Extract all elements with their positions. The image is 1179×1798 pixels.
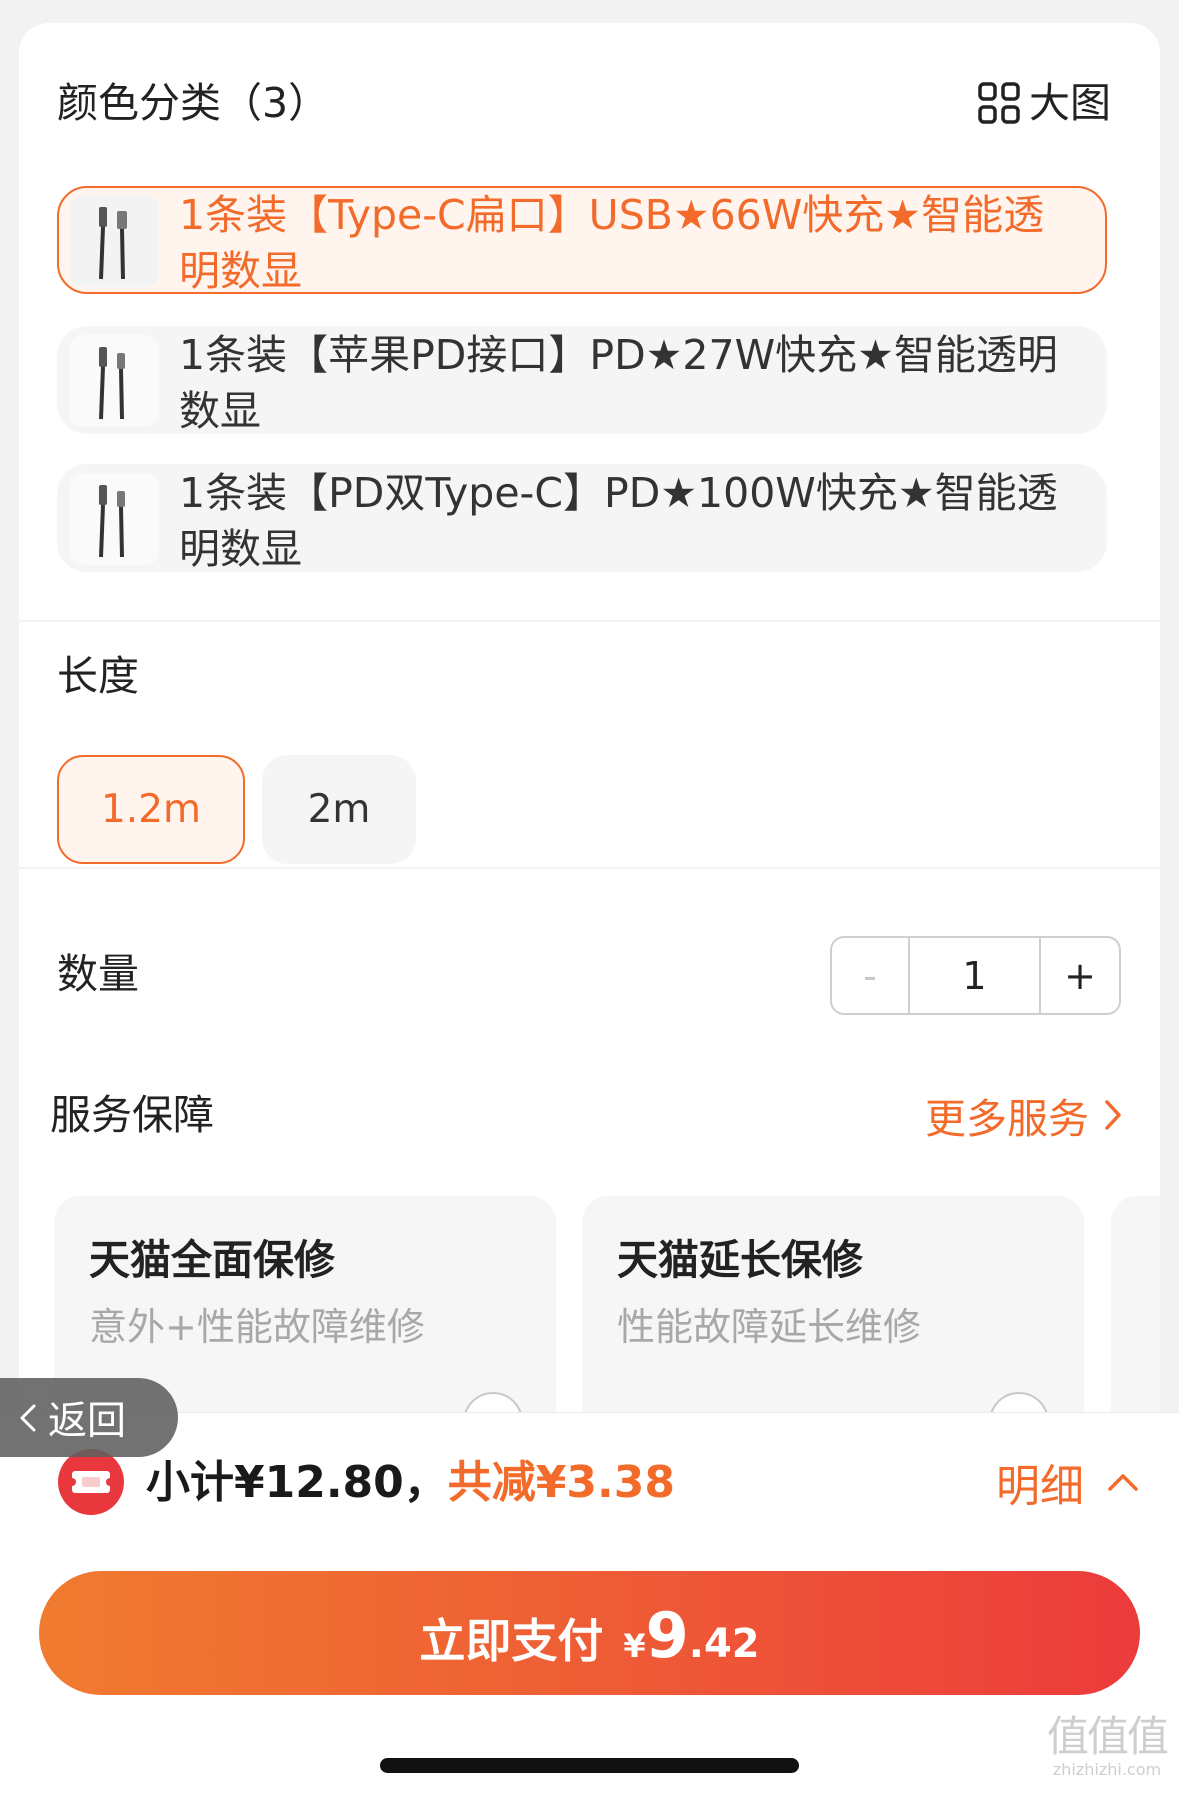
section-divider [19, 620, 1160, 622]
checkout-bar: 小计¥12.80，共减¥3.38 明细 立即支付 ¥ 9 .42 值值值 zhi… [0, 1412, 1179, 1798]
big-image-toggle[interactable]: 大图 [977, 79, 1111, 127]
big-image-label: 大图 [1029, 79, 1111, 127]
quantity-input[interactable]: 1 [910, 938, 1042, 1013]
color-option-label: 1条装【PD双Type-C】PD★100W快充★智能透明数显 [179, 469, 1058, 573]
product-thumbnail [69, 335, 159, 427]
watermark-site: zhizhizhi.com [1052, 1760, 1162, 1779]
service-section-title: 服务保障 [50, 1091, 214, 1139]
home-indicator[interactable] [380, 1758, 799, 1773]
watermark: 值值值 zhizhizhi.com [1046, 1712, 1169, 1779]
chevron-up-icon [1108, 1474, 1138, 1491]
discount-text: 共减¥3.38 [447, 1457, 675, 1508]
chevron-left-icon [20, 1404, 36, 1431]
pay-amount-decimal: .42 [688, 1621, 760, 1667]
color-option[interactable]: 1条装【PD双Type-C】PD★100W快充★智能透明数显 [57, 464, 1107, 573]
quantity-section-title: 数量 [57, 950, 139, 998]
product-thumbnail [69, 473, 159, 565]
sku-selection-panel: 颜色分类（3） 大图 1条装【Type-C扁口】USB★66W快充★智能透明数显… [19, 23, 1160, 1523]
service-card-subtitle: 性能故障延长维修 [617, 1305, 922, 1349]
subtotal-text: 小计¥12.80， [146, 1457, 448, 1508]
detail-toggle[interactable]: 明细 [996, 1455, 1140, 1512]
back-label: 返回 [48, 1398, 127, 1444]
decrement-button[interactable]: - [832, 938, 910, 1013]
coupon-icon[interactable] [58, 1449, 124, 1515]
product-thumbnail [69, 195, 159, 287]
pay-label: 立即支付 [419, 1614, 604, 1668]
grid-icon [978, 82, 1020, 124]
pay-currency: ¥ [623, 1627, 646, 1665]
color-section-title: 颜色分类（3） [57, 79, 330, 127]
more-services-label: 更多服务 [925, 1095, 1089, 1143]
chevron-right-icon [1105, 1100, 1121, 1130]
length-option-1-2m[interactable]: 1.2m [57, 755, 245, 864]
pay-amount-integer: 9 [645, 1599, 689, 1672]
length-section-title: 长度 [57, 652, 139, 700]
length-option-2m[interactable]: 2m [262, 755, 416, 864]
detail-label: 明细 [996, 1461, 1084, 1512]
pay-now-button[interactable]: 立即支付 ¥ 9 .42 [39, 1571, 1140, 1695]
color-option[interactable]: 1条装【Type-C扁口】USB★66W快充★智能透明数显 [57, 186, 1107, 295]
service-card-title: 天猫全面保修 [89, 1236, 335, 1284]
section-divider [19, 867, 1160, 869]
watermark-glyphs: 值值值 [1046, 1712, 1169, 1761]
order-summary: 小计¥12.80，共减¥3.38 [146, 1456, 675, 1510]
service-card-title: 天猫延长保修 [617, 1236, 863, 1284]
back-button[interactable]: 返回 [0, 1378, 178, 1457]
color-option-label: 1条装【苹果PD接口】PD★27W快充★智能透明数显 [179, 331, 1058, 435]
increment-button[interactable]: + [1041, 938, 1119, 1013]
color-option-label: 1条装【Type-C扁口】USB★66W快充★智能透明数显 [179, 191, 1045, 295]
service-card-subtitle: 意外+性能故障维修 [89, 1305, 425, 1349]
quantity-stepper: - 1 + [830, 936, 1121, 1015]
color-option[interactable]: 1条装【苹果PD接口】PD★27W快充★智能透明数显 [57, 326, 1107, 435]
more-services-link[interactable]: 更多服务 [925, 1091, 1123, 1143]
